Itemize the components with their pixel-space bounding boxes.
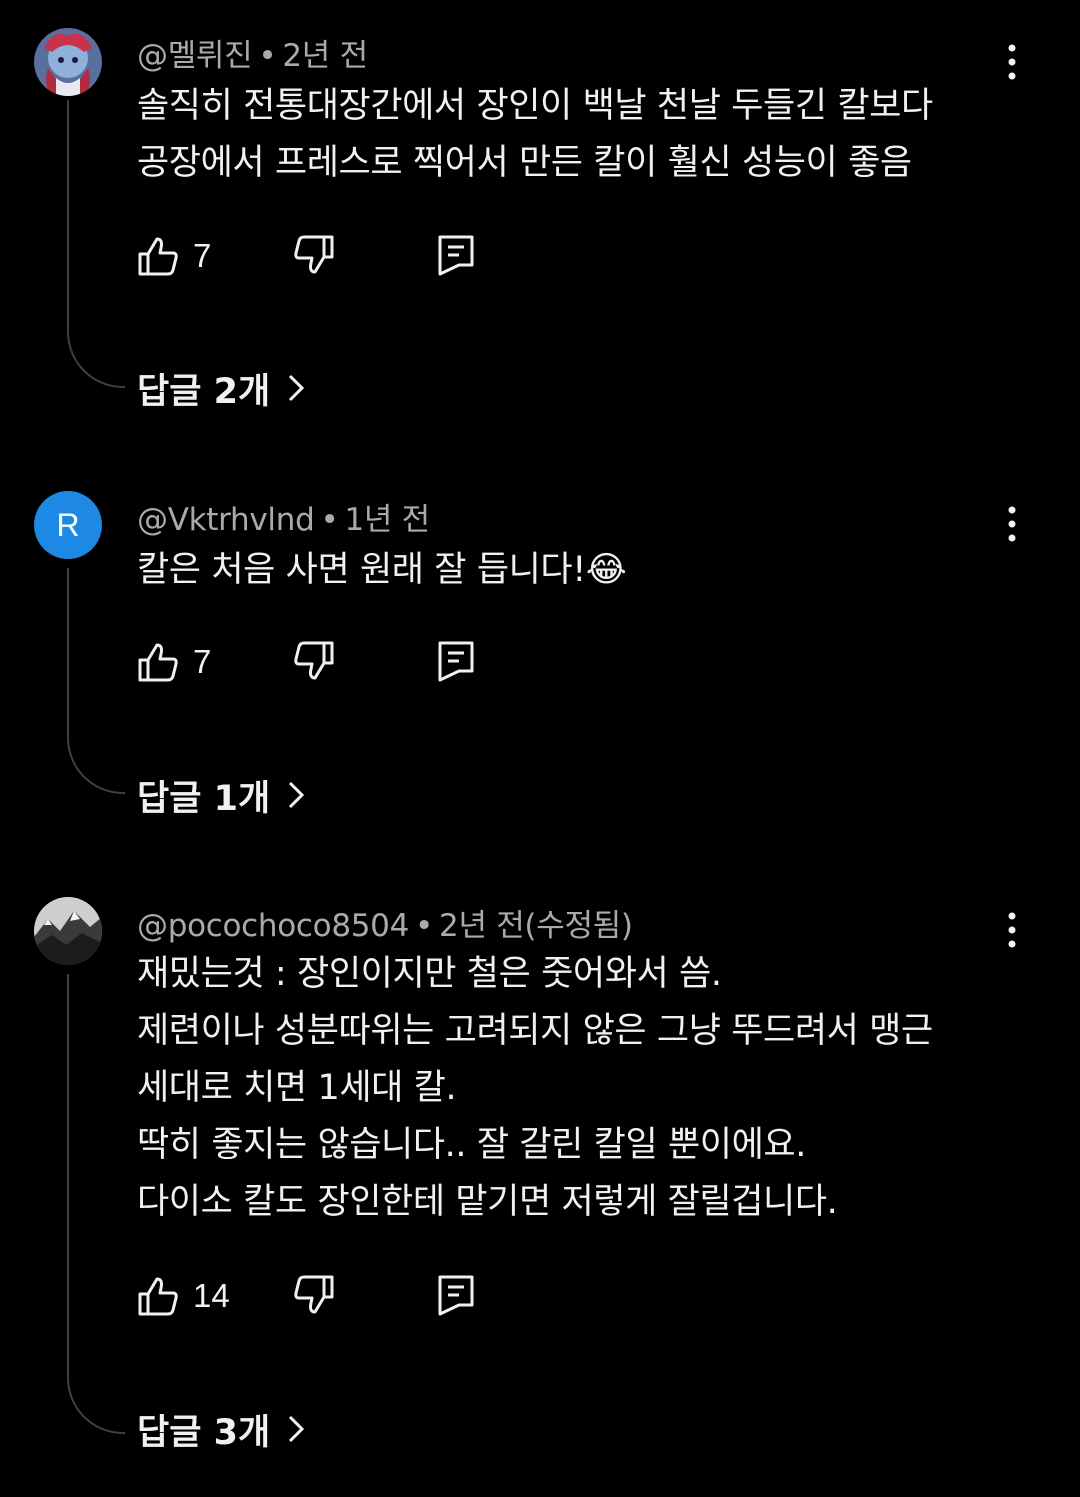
comment-line: 공장에서 프레스로 찍어서 만든 칼이 훨신 성능이 좋음 [137,143,912,183]
comment-time: 2년 전(수정됨) [439,908,633,944]
comment-meta: @pocochoco8504 • 2년 전(수정됨) [137,900,633,945]
view-replies-button[interactable]: 답글 3개 [137,1404,305,1454]
avatar-letter: R [56,506,80,543]
like-button[interactable]: 7 [137,234,211,278]
more-vert-icon [1008,912,1016,948]
more-options-button[interactable] [988,500,1036,548]
view-replies-button[interactable]: 답글 2개 [137,363,305,413]
dislike-button[interactable] [293,234,337,278]
comment-author[interactable]: @pocochoco8504 [137,908,409,944]
comment-actions: 7 [137,234,737,278]
comment-reply-icon [438,1275,474,1316]
thumbs-down-icon [294,1275,334,1314]
comment-line-text: 칼은 처음 사면 원래 잘 듭니다! [137,550,586,590]
comment-meta: @Vktrhvlnd • 1년 전 [137,494,430,539]
laughing-emoji: 😂 [585,550,627,590]
comment-time: 2년 전 [282,38,368,74]
meta-separator: • [415,908,434,944]
like-button[interactable]: 7 [137,640,211,684]
like-button[interactable]: 14 [137,1274,230,1318]
comment-line: 딱히 좋지는 않습니다.. 잘 갈린 칼일 뿐이에요. [137,1125,806,1165]
comment-author[interactable]: @Vktrhvlnd [137,502,315,538]
replies-label: 답글 2개 [137,371,271,412]
comment-reply-icon [438,235,474,276]
landscape-avatar-icon [34,897,102,965]
thumbs-up-icon [138,1277,178,1316]
more-vert-icon [1008,506,1016,542]
comment-author[interactable]: @멜뤼진 [137,38,253,74]
comment-text: 재밌는것 : 장인이지만 철은 줏어와서 씀. 제련이나 성분따위는 고려되지 … [137,946,1037,1231]
like-count: 14 [193,1277,230,1314]
chevron-right-icon [288,781,305,809]
comment-line: 세대로 치면 1세대 칼. [137,1068,457,1108]
comment-actions: 7 [137,640,737,684]
replies-label: 답글 3개 [137,1412,271,1453]
chevron-right-icon [288,374,305,402]
meta-separator: • [258,38,277,74]
avatar[interactable]: R [34,491,102,559]
thumbs-up-icon [138,237,178,276]
comment-item: @멜뤼진 • 2년 전 솔직히 전통대장간에서 장인이 백날 천날 두들긴 칼보다 … [0,0,1080,460]
avatar[interactable] [34,897,102,965]
comment-line: 재밌는것 : 장인이지만 철은 줏어와서 씀. [137,954,722,994]
comment-line: 제련이나 성분따위는 고려되지 않은 그냥 뚜드려서 맹근 [137,1011,933,1051]
reply-button[interactable] [437,234,477,278]
comment-line: 솔직히 전통대장간에서 장인이 백날 천날 두들긴 칼보다 [137,86,933,126]
replies-label: 답글 1개 [137,778,271,819]
comment-text: 솔직히 전통대장간에서 장인이 백날 천날 두들긴 칼보다 공장에서 프레스로 … [137,78,1037,192]
comment-actions: 14 [137,1274,737,1318]
comment-item: @pocochoco8504 • 2년 전(수정됨) 재밌는것 : 장인이지만 철은… [0,868,1080,1497]
dislike-button[interactable] [293,1274,337,1318]
thread-line [67,568,125,794]
meta-separator: • [320,502,339,538]
comment-meta: @멜뤼진 • 2년 전 [137,30,368,75]
thread-line [67,974,125,1434]
comment-reply-icon [438,641,474,682]
comment-time: 1년 전 [344,502,430,538]
thumbs-down-icon [294,235,334,274]
reply-button[interactable] [437,640,477,684]
comment-line: 다이소 칼도 장인한테 맡기면 저렇게 잘릴겁니다. [137,1182,838,1222]
thumbs-up-icon [138,643,178,682]
comment-text: 칼은 처음 사면 원래 잘 듭니다!😂 [137,542,1037,599]
chevron-right-icon [288,1415,305,1443]
comment-line: 칼은 처음 사면 원래 잘 듭니다!😂 [137,542,1037,599]
comment-item: R @Vktrhvlnd • 1년 전 칼은 처음 사면 원래 잘 듭니다!😂 7 [0,462,1080,872]
like-count: 7 [193,237,212,274]
thumbs-down-icon [294,641,334,680]
more-vert-icon [1008,44,1016,80]
view-replies-button[interactable]: 답글 1개 [137,770,305,820]
dislike-button[interactable] [293,640,337,684]
reply-button[interactable] [437,1274,477,1318]
avatar[interactable] [34,28,102,96]
anime-avatar-icon [34,28,102,96]
thread-line [67,100,125,388]
like-count: 7 [193,643,212,680]
